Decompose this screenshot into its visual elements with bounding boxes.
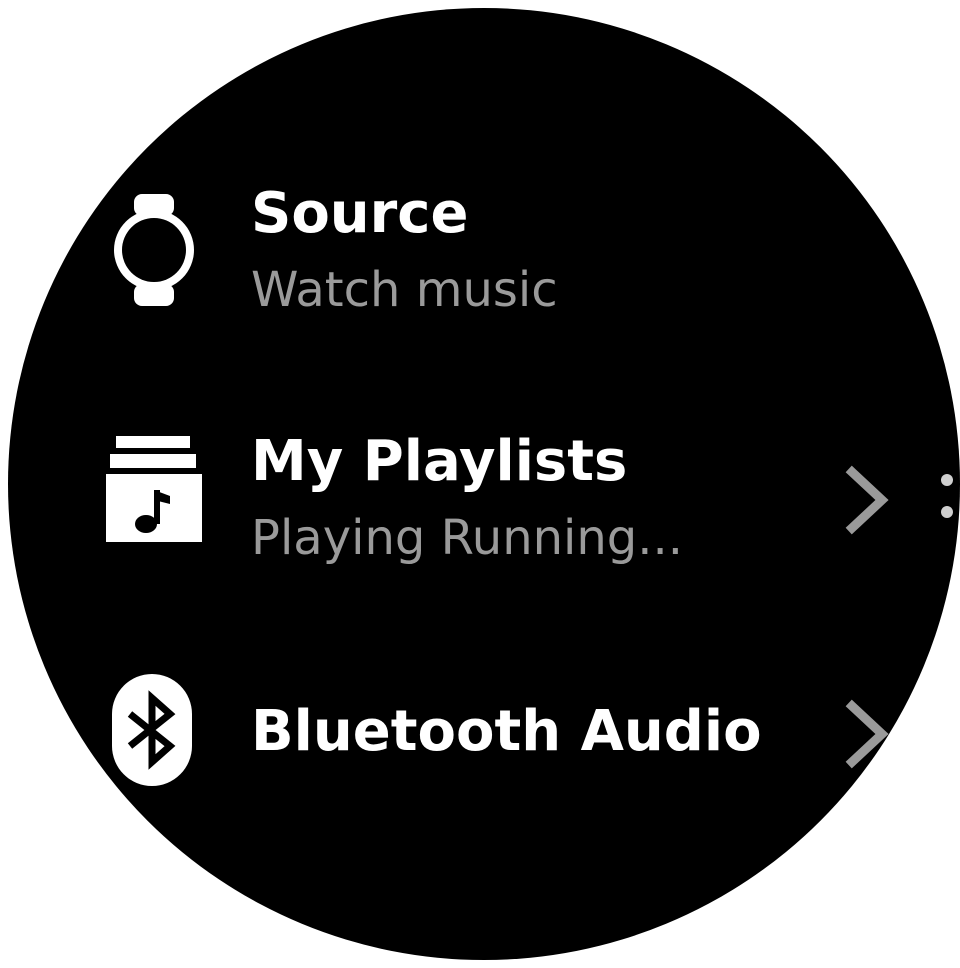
menu-item-title: Bluetooth Audio	[251, 699, 762, 764]
menu-item-title: Source	[251, 181, 469, 246]
scroll-indicator	[941, 470, 960, 530]
scroll-dot	[941, 474, 953, 486]
menu-item-subtitle: Watch music	[251, 262, 558, 318]
watch-icon	[104, 190, 204, 310]
menu-item-bluetooth-audio[interactable]: Bluetooth Audio	[8, 668, 960, 798]
bluetooth-icon	[104, 670, 204, 790]
menu-item-title: My Playlists	[251, 429, 628, 494]
menu-item-source[interactable]: Source Watch music	[8, 178, 960, 328]
chevron-right-icon	[840, 698, 894, 770]
menu-item-subtitle: Playing Running...	[251, 510, 684, 566]
scroll-dot	[941, 506, 953, 518]
watch-screen: Source Watch music My Playlists Playing …	[8, 8, 960, 960]
menu-item-my-playlists[interactable]: My Playlists Playing Running...	[8, 418, 960, 568]
chevron-right-icon	[840, 464, 894, 536]
playlist-icon	[104, 432, 204, 552]
